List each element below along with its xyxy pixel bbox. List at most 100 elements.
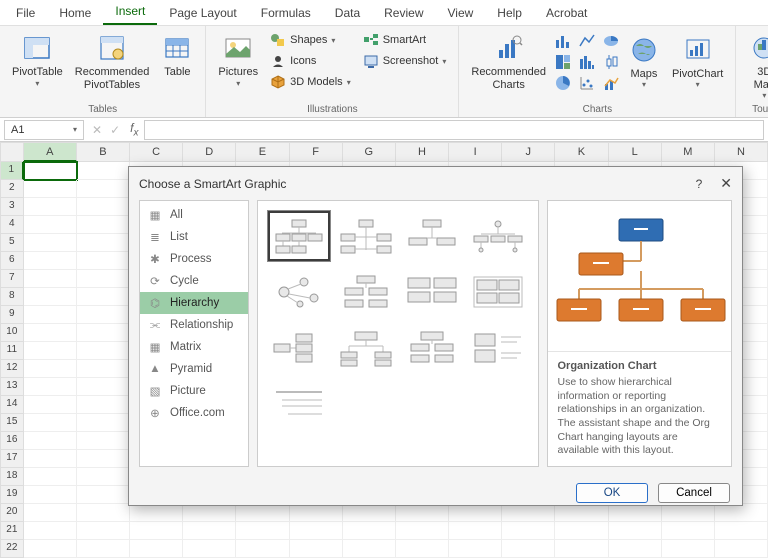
gallery-item[interactable] — [468, 267, 528, 317]
gallery-item[interactable] — [268, 379, 330, 429]
fx-cancel-icon[interactable]: ✕ — [88, 123, 106, 137]
tab-help[interactable]: Help — [485, 2, 534, 25]
smartart-button[interactable]: SmartArt — [359, 30, 451, 50]
cell[interactable] — [24, 450, 77, 468]
cell[interactable] — [24, 288, 77, 306]
cell[interactable] — [662, 540, 715, 558]
column-header[interactable]: F — [290, 142, 343, 162]
tab-acrobat[interactable]: Acrobat — [534, 2, 599, 25]
cell[interactable] — [24, 306, 77, 324]
column-header[interactable]: N — [715, 142, 768, 162]
column-header[interactable]: G — [343, 142, 396, 162]
cell[interactable] — [77, 162, 130, 180]
cell[interactable] — [77, 180, 130, 198]
category-matrix[interactable]: ▦Matrix — [140, 336, 248, 358]
gallery-item[interactable] — [336, 323, 396, 373]
cell[interactable] — [343, 540, 396, 558]
cell[interactable] — [609, 522, 662, 540]
category-list[interactable]: ≣List — [140, 226, 248, 248]
column-header[interactable]: B — [77, 142, 130, 162]
cell[interactable] — [77, 198, 130, 216]
cell[interactable] — [343, 522, 396, 540]
row-header[interactable]: 4 — [0, 216, 24, 234]
line-chart-button[interactable] — [578, 32, 596, 50]
cell[interactable] — [555, 522, 608, 540]
ok-button[interactable]: OK — [576, 483, 648, 503]
cell[interactable] — [77, 324, 130, 342]
cell[interactable] — [77, 342, 130, 360]
fx-icon[interactable]: fx — [124, 121, 144, 138]
cell[interactable] — [77, 360, 130, 378]
row-header[interactable]: 5 — [0, 234, 24, 252]
cell[interactable] — [24, 180, 77, 198]
tab-home[interactable]: Home — [47, 2, 103, 25]
cell[interactable] — [77, 270, 130, 288]
row-header[interactable]: 9 — [0, 306, 24, 324]
cell[interactable] — [77, 486, 130, 504]
category-relationship[interactable]: ⫘Relationship — [140, 314, 248, 336]
cell[interactable] — [24, 540, 77, 558]
cell[interactable] — [715, 522, 768, 540]
pie-3d-chart-button[interactable] — [602, 32, 620, 50]
cell[interactable] — [24, 162, 77, 180]
cell[interactable] — [24, 234, 77, 252]
cell[interactable] — [24, 270, 77, 288]
maps-button[interactable]: Maps ▾ — [624, 32, 664, 92]
cell[interactable] — [449, 522, 502, 540]
pivotchart-button[interactable]: PivotChart ▾ — [668, 32, 727, 92]
name-box[interactable]: A1▾ — [4, 120, 84, 140]
cell[interactable] — [24, 432, 77, 450]
gallery-item[interactable] — [402, 211, 462, 261]
category-pyramid[interactable]: ▲Pyramid — [140, 358, 248, 380]
histogram-chart-button[interactable] — [578, 53, 596, 71]
pie-chart-button[interactable] — [554, 74, 572, 92]
tab-file[interactable]: File — [4, 2, 47, 25]
treemap-chart-button[interactable] — [554, 53, 572, 71]
cell[interactable] — [24, 360, 77, 378]
close-icon[interactable]: ✕ — [720, 175, 732, 192]
gallery-item[interactable] — [268, 323, 330, 373]
row-header[interactable]: 3 — [0, 198, 24, 216]
row-header[interactable]: 21 — [0, 522, 24, 540]
category-picture[interactable]: ▧Picture — [140, 380, 248, 402]
tab-formulas[interactable]: Formulas — [249, 2, 323, 25]
cell[interactable] — [77, 306, 130, 324]
cell[interactable] — [77, 288, 130, 306]
row-header[interactable]: 11 — [0, 342, 24, 360]
recommended-charts-button[interactable]: Recommended Charts — [467, 30, 550, 93]
category-cycle[interactable]: ⟳Cycle — [140, 270, 248, 292]
column-header[interactable]: J — [502, 142, 555, 162]
cell[interactable] — [24, 504, 77, 522]
cell[interactable] — [77, 540, 130, 558]
row-header[interactable]: 7 — [0, 270, 24, 288]
cell[interactable] — [24, 378, 77, 396]
cell[interactable] — [290, 522, 343, 540]
combo-chart-button[interactable] — [602, 74, 620, 92]
cell[interactable] — [236, 540, 289, 558]
row-header[interactable]: 15 — [0, 414, 24, 432]
formula-input[interactable] — [144, 120, 764, 140]
gallery-item[interactable] — [468, 323, 528, 373]
row-header[interactable]: 13 — [0, 378, 24, 396]
cell[interactable] — [183, 540, 236, 558]
3d-map-button[interactable]: 3D Map ▾ — [744, 30, 768, 102]
row-header[interactable]: 6 — [0, 252, 24, 270]
dialog-help-button[interactable]: ? — [696, 177, 703, 191]
column-header[interactable]: C — [130, 142, 183, 162]
table-button[interactable]: Table — [157, 30, 197, 81]
cell[interactable] — [77, 216, 130, 234]
cell[interactable] — [396, 522, 449, 540]
shapes-button[interactable]: Shapes▾ — [266, 30, 355, 50]
recommended-pivottables-button[interactable]: Recommended PivotTables — [71, 30, 154, 93]
gallery-item[interactable] — [402, 267, 462, 317]
gallery-item[interactable] — [268, 267, 330, 317]
row-header[interactable]: 8 — [0, 288, 24, 306]
cell[interactable] — [715, 540, 768, 558]
column-header[interactable]: A — [24, 142, 77, 162]
cell[interactable] — [77, 378, 130, 396]
column-chart-button[interactable] — [554, 32, 572, 50]
cell[interactable] — [24, 342, 77, 360]
column-header[interactable]: K — [555, 142, 608, 162]
row-header[interactable]: 19 — [0, 486, 24, 504]
column-header[interactable]: D — [183, 142, 236, 162]
